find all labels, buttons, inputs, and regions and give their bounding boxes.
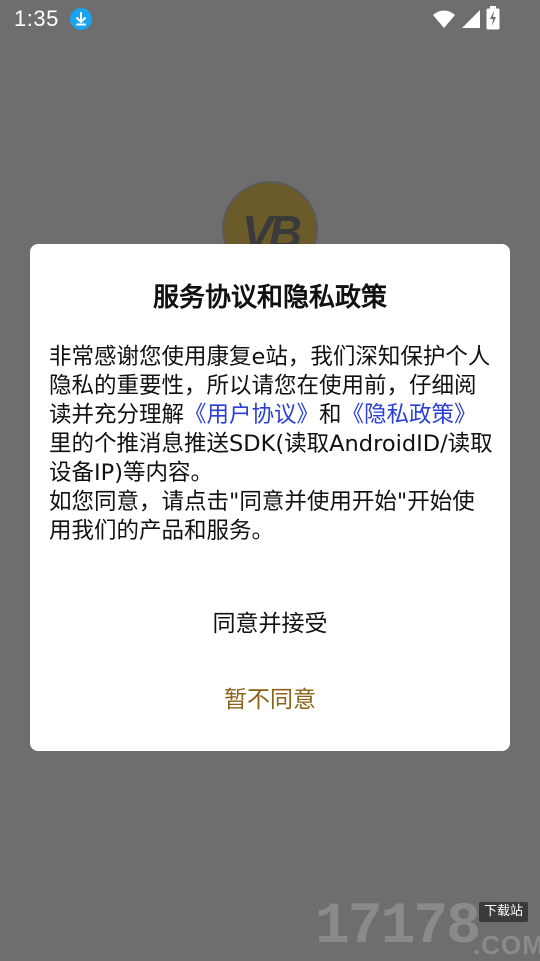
dialog-body: 非常感谢您使用康复e站，我们深知保护个人隐私的重要性，所以请您在使用前，仔细阅读… <box>49 343 495 546</box>
accept-button[interactable]: 同意并接受 <box>30 604 510 644</box>
user-agreement-link[interactable]: 《用户协议》 <box>184 402 319 428</box>
decline-button[interactable]: 暂不同意 <box>30 680 510 720</box>
status-time: 1:35 <box>14 6 59 31</box>
watermark-suffix: .COM <box>473 930 540 960</box>
battery-icon <box>486 6 500 34</box>
dialog-title: 服务协议和隐私政策 <box>152 283 387 313</box>
privacy-policy-link[interactable]: 《隐私政策》 <box>342 402 477 428</box>
watermark-digits: 17178 <box>315 895 481 960</box>
site-watermark: 17178 下载站 .COM <box>315 895 540 961</box>
watermark-tag: 下载站 <box>479 902 529 922</box>
status-bar: 1:35 <box>0 0 540 38</box>
privacy-dialog: 服务协议和隐私政策 非常感谢您使用康复e站，我们深知保护个人隐私的重要性，所以请… <box>30 244 510 751</box>
download-icon <box>70 8 92 30</box>
body-text: 里的个推消息推送SDK(读取AndroidID/读取设备IP)等内容。 <box>49 431 493 486</box>
wifi-icon <box>433 10 455 28</box>
body-text: 和 <box>319 402 342 428</box>
body-text: 如您同意，请点击"同意并使用开始"开始使用我们的产品和服务。 <box>49 489 475 544</box>
signal-icon <box>462 10 480 28</box>
